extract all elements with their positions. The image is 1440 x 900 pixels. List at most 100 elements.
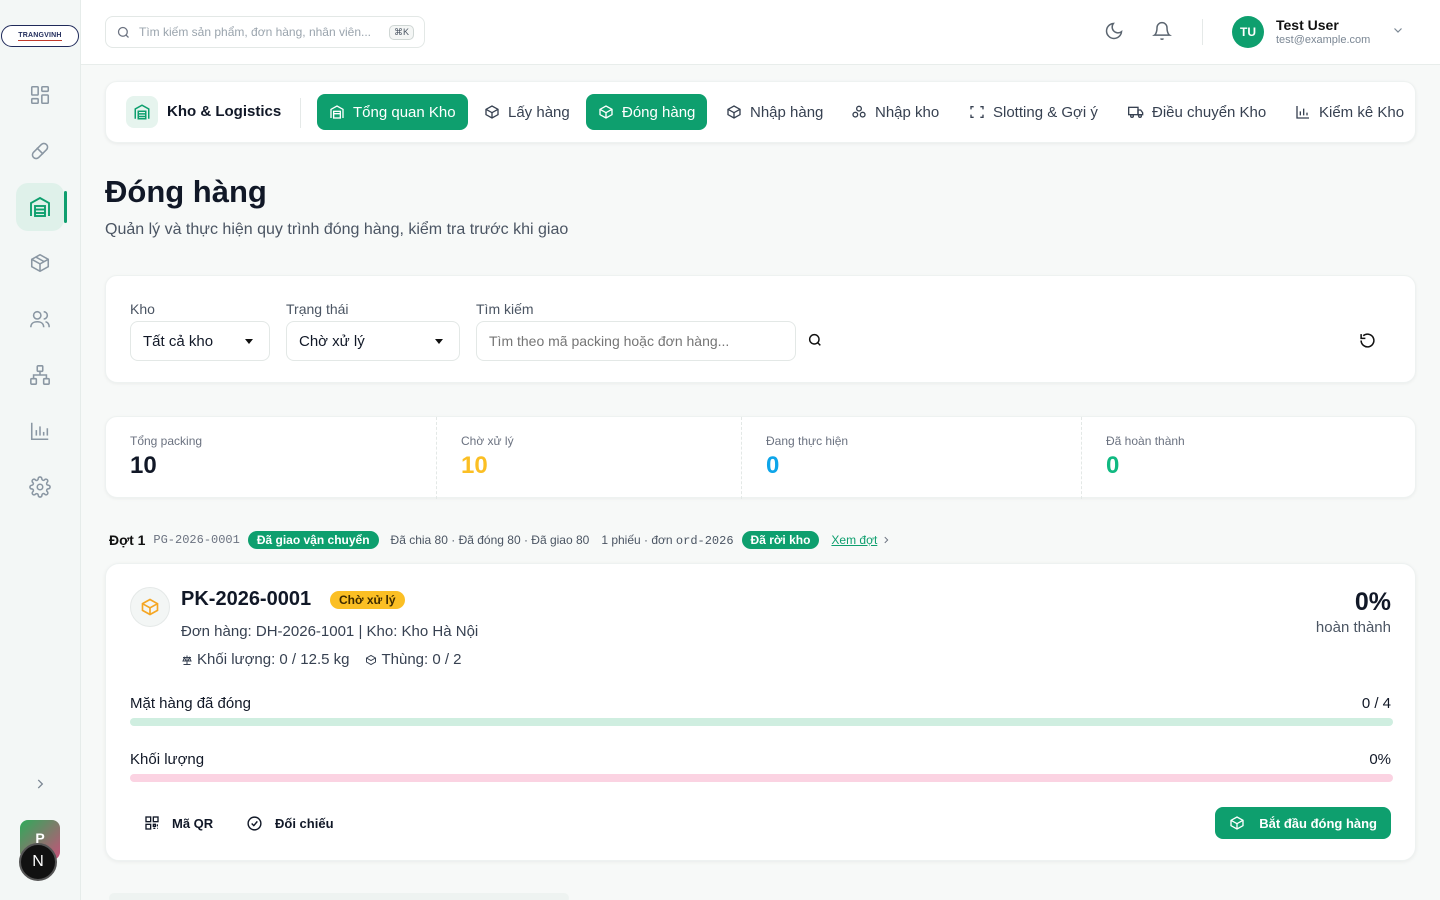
user-email: test@example.com [1276, 34, 1371, 46]
stat-total: Tổng packing 10 [106, 417, 436, 499]
bell-icon [1152, 21, 1174, 41]
tab-warehouse-overview[interactable]: Tổng quan Kho [317, 94, 468, 130]
reset-filters-button[interactable] [1359, 332, 1377, 350]
weight-progress-value: 0% [1369, 751, 1391, 768]
sidebar-item-dashboard[interactable] [16, 71, 64, 119]
stat-label: Chờ xử lý [461, 434, 514, 448]
page-subtitle: Quản lý và thực hiện quy trình đóng hàng… [105, 221, 569, 238]
caret-down-icon [435, 339, 443, 344]
sidebar-item-settings[interactable] [16, 463, 64, 511]
sidebar-item-reports[interactable] [16, 407, 64, 455]
qr-code-button[interactable]: Mã QR [132, 807, 225, 839]
box-icon [365, 654, 377, 666]
packing-status-badge: Chờ xử lý [330, 591, 405, 609]
start-packing-label: Bắt đầu đóng hàng [1259, 815, 1377, 831]
batch-exit-badge: Đã rời kho [741, 531, 820, 549]
stat-completed: Đã hoàn thành 0 [1081, 417, 1417, 499]
boxes-metric: Thùng: 0 / 2 [365, 651, 462, 668]
shortcut-badge: ⌘K [388, 24, 414, 40]
tab-label: Slotting & Gợi ý [993, 103, 1098, 121]
sidebar-item-users[interactable] [16, 295, 64, 343]
topbar: Tìm kiếm sản phẩm, đơn hàng, nhân viên..… [81, 0, 1440, 65]
check-circle-icon [246, 815, 263, 832]
box-icon [484, 104, 500, 120]
chevron-right-icon [881, 535, 891, 545]
tab-receiving[interactable]: Nhập hàng [714, 94, 835, 130]
tab-transfer[interactable]: Điều chuyển Kho [1116, 94, 1278, 130]
sidebar-item-warehouse[interactable] [16, 183, 67, 231]
box-icon [29, 252, 51, 274]
items-progress-bar [130, 718, 1393, 726]
global-search[interactable]: Tìm kiếm sản phẩm, đơn hàng, nhân viên..… [105, 16, 425, 48]
batch-status-badge: Đã giao vận chuyển [247, 531, 379, 549]
brand-logo[interactable]: TRANGVINH [1, 25, 79, 47]
users-icon [29, 308, 51, 330]
packing-code[interactable]: PK-2026-0001 [181, 588, 311, 611]
warehouse-select-value: Tất cả kho [143, 332, 214, 350]
user-avatar-small[interactable]: N [19, 843, 57, 881]
packing-card: PK-2026-0001 Chờ xử lý Đơn hàng: DH-2026… [105, 563, 1416, 861]
tabs-divider [300, 98, 301, 128]
user-name[interactable]: Test User [1276, 17, 1339, 33]
warehouse-icon [126, 96, 158, 128]
notifications-button[interactable] [1152, 21, 1174, 43]
chevron-down-icon[interactable] [1392, 24, 1406, 38]
tab-label: Đóng hàng [622, 103, 696, 121]
batch-orders-prefix: 1 phiếu · đơn [601, 532, 673, 547]
packing-order-info: Đơn hàng: DH-2026-1001 | Kho: Kho Hà Nội [181, 623, 479, 640]
tab-slotting[interactable]: Slotting & Gợi ý [957, 94, 1110, 130]
box-icon [1229, 815, 1245, 831]
search-placeholder: Tìm kiếm sản phẩm, đơn hàng, nhân viên..… [139, 25, 371, 39]
verify-button[interactable]: Đối chiếu [234, 807, 346, 839]
stats-panel: Tổng packing 10 Chờ xử lý 10 Đang thực h… [105, 416, 1417, 499]
qr-code-icon [144, 815, 160, 831]
boxes-text: Thùng: 0 / 2 [381, 651, 462, 668]
sidebar-item-inventory[interactable] [16, 239, 64, 287]
truck-icon [1128, 104, 1144, 120]
search-button[interactable] [807, 332, 825, 350]
tab-packing[interactable]: Đóng hàng [586, 94, 708, 130]
user-avatar[interactable]: TU [1232, 16, 1264, 48]
batch-header: Đợt 1 PG-2026-0001 Đã giao vận chuyển Đã… [109, 530, 891, 550]
topbar-divider [1202, 19, 1203, 45]
warehouse-select[interactable]: Tất cả kho [130, 321, 270, 361]
stat-label: Tổng packing [130, 434, 203, 448]
view-batch-link[interactable]: Xem đợt [831, 533, 891, 547]
weight-text: Khối lượng: 0 / 12.5 kg [197, 651, 350, 668]
expand-sidebar-button[interactable] [29, 773, 51, 795]
hierarchy-icon [29, 364, 51, 386]
tab-label: Nhập kho [875, 103, 940, 121]
sidebar-item-organization[interactable] [16, 351, 64, 399]
stat-value: 10 [461, 452, 488, 479]
weight-progress-label: Khối lượng [130, 751, 205, 768]
chevron-right-icon [33, 777, 47, 791]
stat-value: 0 [1106, 452, 1120, 479]
tab-label: Kiểm kê Kho [1319, 103, 1405, 121]
tab-label: Nhập hàng [750, 103, 824, 121]
tab-label: Lấy hàng [508, 103, 570, 121]
stat-label: Đã hoàn thành [1106, 434, 1185, 448]
tab-putaway[interactable]: Nhập kho [839, 94, 951, 130]
qr-code-label: Mã QR [172, 815, 214, 831]
tab-stocktake[interactable]: Kiểm kê Kho [1283, 94, 1415, 130]
verify-label: Đối chiếu [275, 815, 334, 831]
start-packing-button[interactable]: Bắt đầu đóng hàng [1215, 807, 1391, 839]
stat-in-progress: Đang thực hiện 0 [741, 417, 1081, 499]
warehouse-icon [329, 104, 345, 120]
batch-order-code: ord-2026 [675, 533, 734, 548]
pill-icon [29, 140, 51, 162]
filter-panel: Kho Tất cả kho Trạng thái Chờ xử lý Tìm … [105, 275, 1416, 383]
batch-summary: Đã chia 80 · Đã đóng 80 · Đã giao 80 [390, 533, 590, 547]
boxes-icon [851, 104, 867, 120]
warehouse-icon [28, 195, 52, 219]
tab-picking[interactable]: Lấy hàng [472, 94, 582, 130]
items-progress-label: Mặt hàng đã đóng [130, 695, 251, 712]
module-tabs: Kho & Logistics Tổng quan Kho Lấy hàng Đ… [105, 81, 1416, 143]
theme-toggle-button[interactable] [1104, 21, 1126, 43]
view-batch-label: Xem đợt [831, 533, 878, 547]
packing-search-input[interactable] [476, 321, 796, 361]
sidebar-item-products[interactable] [16, 127, 64, 175]
status-select[interactable]: Chờ xử lý [286, 321, 460, 361]
tab-label: Tổng quan Kho [353, 103, 456, 121]
packing-metrics: Khối lượng: 0 / 12.5 kg Thùng: 0 / 2 [181, 651, 462, 668]
